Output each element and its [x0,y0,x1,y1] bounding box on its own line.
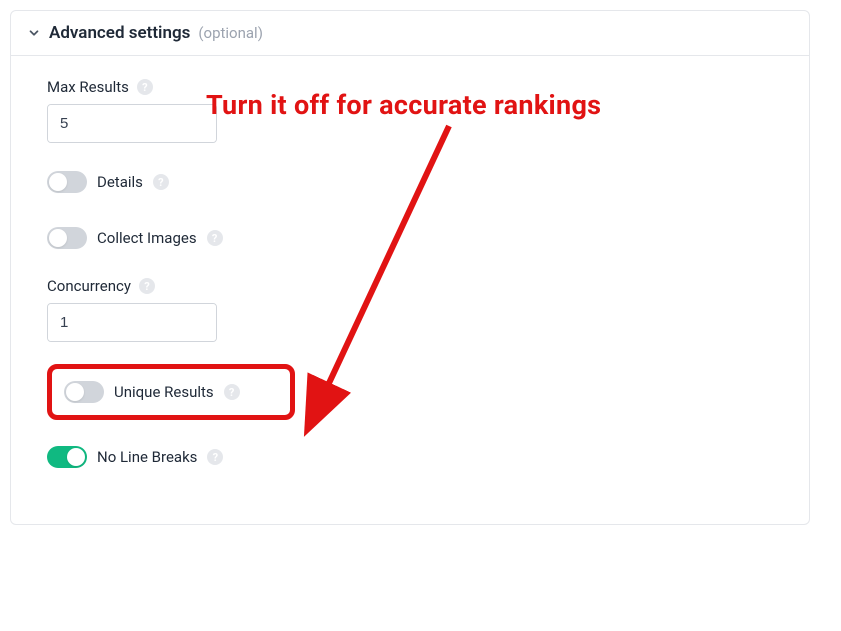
unique-results-highlight: Unique Results ? [47,364,295,420]
max-results-input[interactable] [48,105,217,142]
collect-images-row: Collect Images ? [47,221,773,255]
details-toggle[interactable] [47,171,87,193]
toggle-knob [67,448,85,466]
concurrency-label: Concurrency [47,277,131,295]
max-results-label-row: Max Results ? [47,78,773,96]
unique-results-label: Unique Results [114,383,214,401]
concurrency-label-row: Concurrency ? [47,277,773,295]
collect-images-label: Collect Images [97,229,197,247]
concurrency-input[interactable] [48,304,217,341]
details-label: Details [97,173,143,191]
toggle-knob [49,173,67,191]
max-results-label: Max Results [47,78,129,96]
help-icon[interactable]: ? [224,384,240,400]
collect-images-toggle[interactable] [47,227,87,249]
unique-results-row: Unique Results ? [64,377,240,407]
help-icon[interactable]: ? [153,174,169,190]
toggle-knob [49,229,67,247]
help-icon[interactable]: ? [139,278,155,294]
max-results-field: Max Results ? + − [47,78,773,143]
chevron-down-icon [27,26,41,40]
advanced-settings-toggle[interactable]: Advanced settings (optional) [11,11,809,56]
max-results-stepper: + − [47,104,217,143]
concurrency-field: Concurrency ? + − [47,277,773,342]
help-icon[interactable]: ? [137,79,153,95]
toggle-knob [66,383,84,401]
section-title: Advanced settings [49,23,190,43]
unique-results-toggle[interactable] [64,381,104,403]
concurrency-stepper: + − [47,303,217,342]
advanced-settings-panel: Advanced settings (optional) Max Results… [10,10,810,525]
no-line-breaks-toggle[interactable] [47,446,87,468]
help-icon[interactable]: ? [207,449,223,465]
no-line-breaks-label: No Line Breaks [97,448,197,466]
details-row: Details ? [47,165,773,199]
no-line-breaks-row: No Line Breaks ? [47,440,773,474]
help-icon[interactable]: ? [207,230,223,246]
panel-body: Max Results ? + − Details ? [11,56,809,484]
section-subtitle: (optional) [198,24,263,42]
